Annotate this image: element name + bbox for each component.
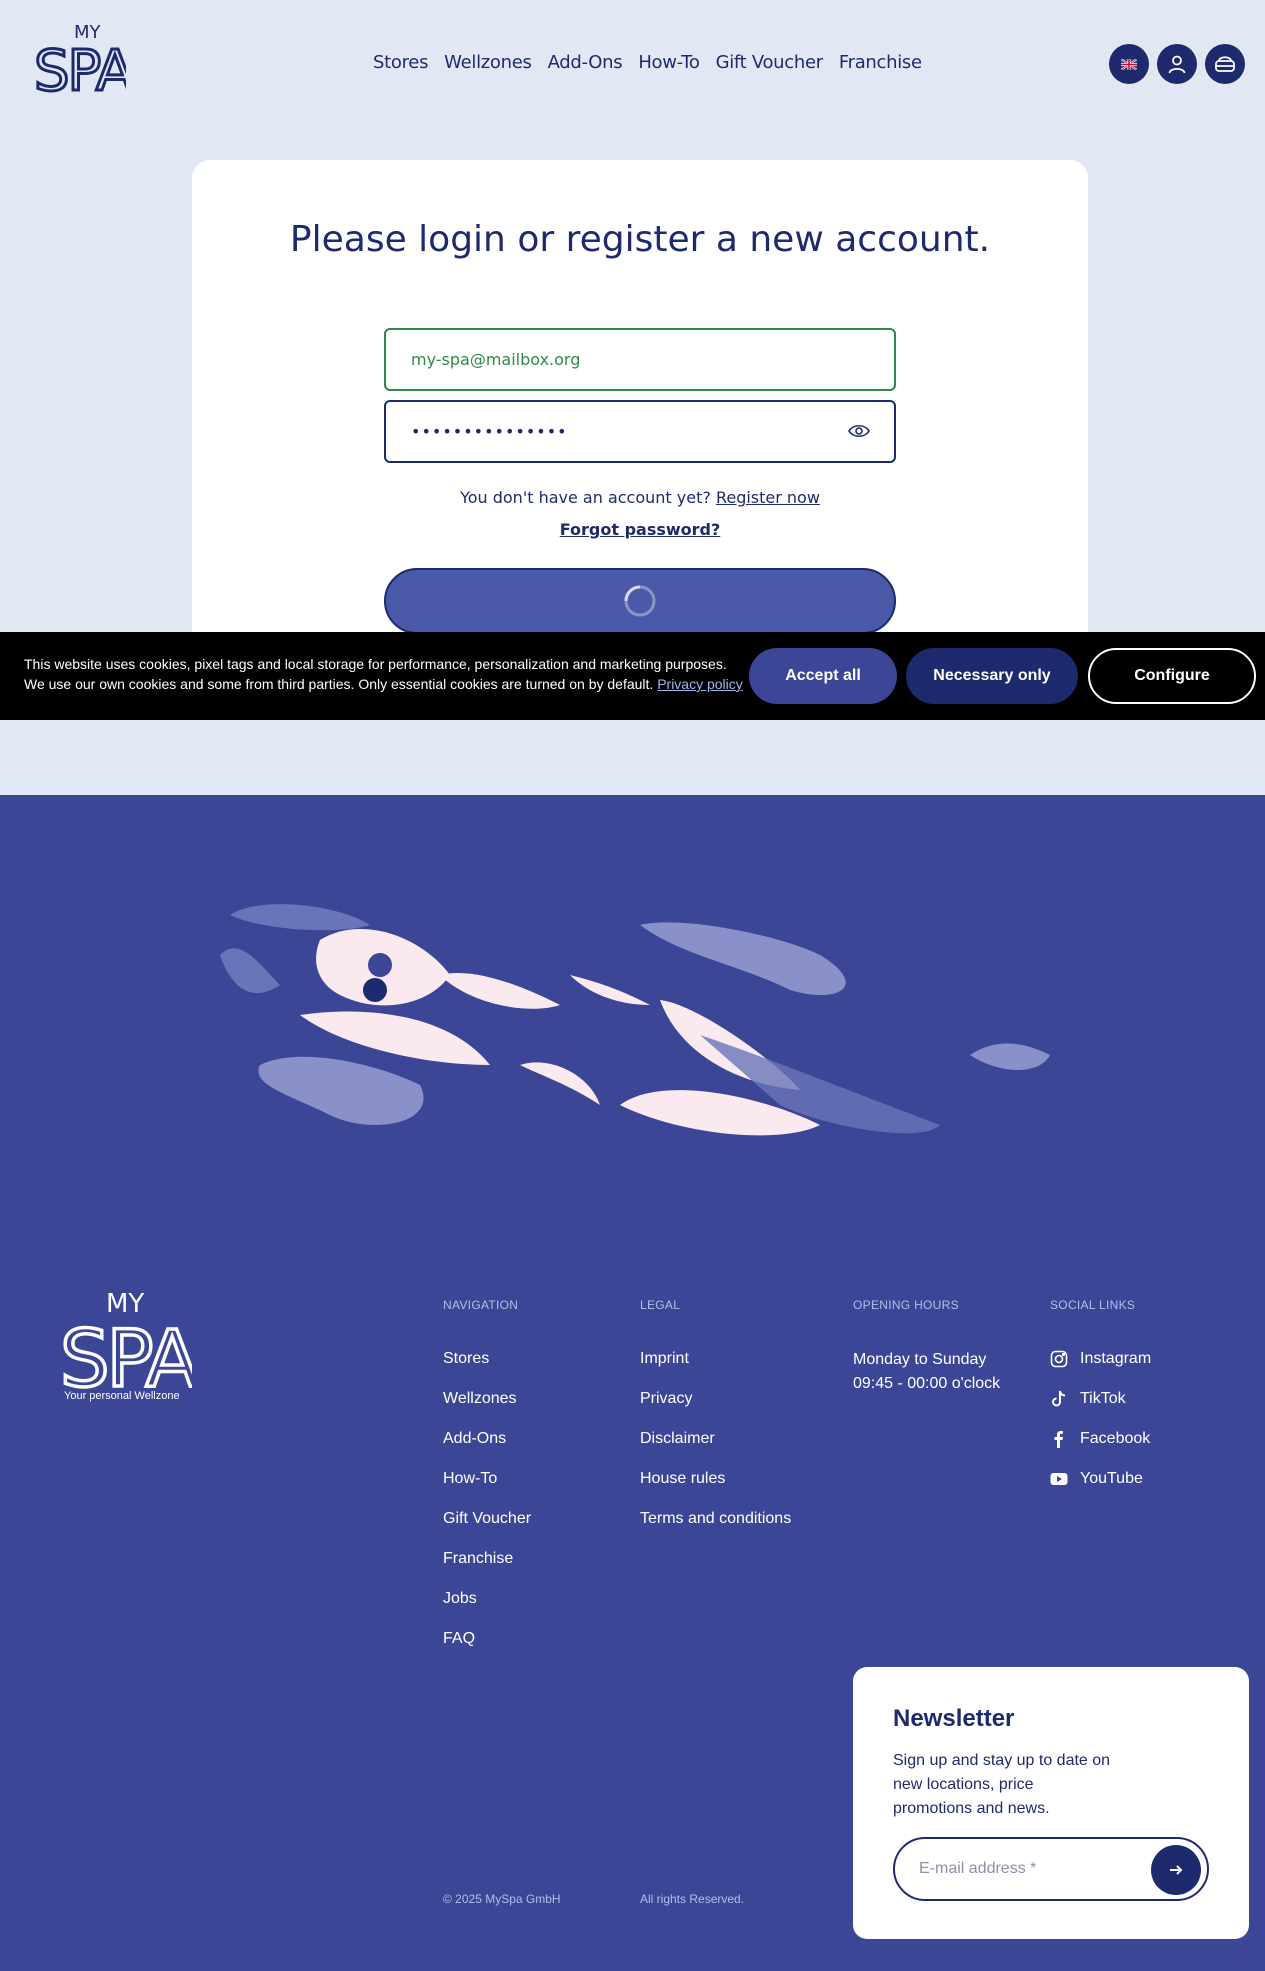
cart-button[interactable] <box>1205 44 1245 84</box>
cookie-banner: This website uses cookies, pixel tags an… <box>0 632 1265 720</box>
necessary-only-button[interactable]: Necessary only <box>906 648 1078 704</box>
tiktok-icon <box>1052 1390 1066 1407</box>
newsletter-submit-button[interactable] <box>1151 1845 1201 1895</box>
footer-heading-legal: LEGAL <box>640 1298 681 1312</box>
myspa-logo[interactable]: MY SPA <box>34 20 126 95</box>
social-label: TikTok <box>1080 1390 1126 1407</box>
configure-button[interactable]: Configure <box>1088 648 1256 704</box>
newsletter-box: Newsletter Sign up and stay up to date o… <box>853 1667 1249 1939</box>
youtube-icon <box>1050 1473 1068 1485</box>
opening-hours: Monday to Sunday 09:45 - 00:00 o'clock <box>853 1348 1000 1396</box>
register-link[interactable]: Register now <box>716 488 820 507</box>
account-button[interactable] <box>1157 44 1197 84</box>
social-facebook[interactable]: Facebook <box>1050 1430 1150 1448</box>
rights-reserved: All rights Reserved. <box>640 1892 745 1906</box>
no-account-text: You don't have an account yet? <box>460 488 711 507</box>
footer-link-faq[interactable]: FAQ <box>443 1630 475 1648</box>
cookie-message: This website uses cookies, pixel tags an… <box>24 656 727 692</box>
footer-link-privacy[interactable]: Privacy <box>640 1390 692 1408</box>
site-footer: MY SPA Your personal Wellzone NAVIGATION… <box>0 795 1265 1971</box>
nav-how-to[interactable]: How-To <box>638 52 700 73</box>
social-label: YouTube <box>1080 1470 1143 1487</box>
email-value: my-spa@mailbox.org <box>411 350 581 369</box>
password-value: ••••••••••••••• <box>411 422 568 441</box>
eye-icon[interactable] <box>848 422 870 440</box>
instagram-icon <box>1050 1350 1068 1368</box>
logo-tagline: Your personal Wellzone <box>64 1390 180 1402</box>
register-prompt: You don't have an account yet? Register … <box>192 488 1088 507</box>
swimmer-illustration <box>220 904 1050 1136</box>
newsletter-text: Sign up and stay up to date on new locat… <box>893 1752 1111 1817</box>
facebook-icon <box>1054 1431 1063 1448</box>
footer-link-how-to[interactable]: How-To <box>443 1470 497 1488</box>
nav-franchise[interactable]: Franchise <box>839 52 922 73</box>
footer-heading-navigation: NAVIGATION <box>443 1298 519 1312</box>
social-instagram[interactable]: Instagram <box>1050 1350 1151 1368</box>
footer-heading-hours: OPENING HOURS <box>853 1298 959 1312</box>
accept-all-button[interactable]: Accept all <box>749 648 897 704</box>
social-label: Instagram <box>1080 1350 1152 1367</box>
footer-link-stores[interactable]: Stores <box>443 1350 489 1368</box>
arrow-right-icon <box>1170 1865 1183 1875</box>
social-tiktok[interactable]: TikTok <box>1050 1390 1126 1408</box>
uk-flag-icon <box>1121 58 1137 70</box>
cart-icon <box>1215 56 1235 72</box>
page-title: Please login or register a new account. <box>289 219 991 260</box>
nav-wellzones[interactable]: Wellzones <box>444 52 532 73</box>
footer-link-jobs[interactable]: Jobs <box>443 1590 477 1608</box>
user-icon <box>1168 55 1186 74</box>
footer-link-imprint[interactable]: Imprint <box>640 1350 689 1368</box>
login-submit-button[interactable] <box>384 568 896 634</box>
privacy-policy-link[interactable]: Privacy policy <box>657 676 743 692</box>
newsletter-title: Newsletter <box>893 1705 1015 1732</box>
footer-logo[interactable]: MY SPA <box>62 1288 192 1403</box>
social-youtube[interactable]: YouTube <box>1050 1470 1143 1488</box>
password-field[interactable]: ••••••••••••••• <box>384 400 896 463</box>
email-field[interactable]: my-spa@mailbox.org <box>384 328 896 391</box>
footer-link-disclaimer[interactable]: Disclaimer <box>640 1430 715 1448</box>
cookie-text: This website uses cookies, pixel tags an… <box>24 654 744 694</box>
footer-link-terms[interactable]: Terms and conditions <box>640 1510 791 1528</box>
newsletter-email-input[interactable]: E-mail address * <box>893 1837 1209 1901</box>
forgot-password-link[interactable]: Forgot password? <box>192 520 1088 539</box>
site-header: MY SPA Stores Wellzones Add-Ons How-To G… <box>0 0 1265 130</box>
main-nav: Stores Wellzones Add-Ons How-To Gift Vou… <box>373 52 938 73</box>
footer-link-franchise[interactable]: Franchise <box>443 1550 513 1568</box>
social-label: Facebook <box>1080 1430 1151 1447</box>
footer-link-add-ons[interactable]: Add-Ons <box>443 1430 506 1448</box>
svg-text:SPA: SPA <box>34 39 126 95</box>
loading-spinner-icon <box>624 585 656 617</box>
footer-heading-social: SOCIAL LINKS <box>1050 1298 1136 1312</box>
footer-link-gift-voucher[interactable]: Gift Voucher <box>443 1510 531 1528</box>
header-actions <box>1109 44 1245 84</box>
newsletter-placeholder: E-mail address * <box>919 1860 1037 1877</box>
footer-link-house-rules[interactable]: House rules <box>640 1470 725 1488</box>
nav-add-ons[interactable]: Add-Ons <box>548 52 623 73</box>
footer-link-wellzones[interactable]: Wellzones <box>443 1390 517 1408</box>
hours-days: Monday to Sunday <box>853 1351 987 1368</box>
hours-times: 09:45 - 00:00 o'clock <box>853 1375 1001 1392</box>
language-button[interactable] <box>1109 44 1149 84</box>
nav-gift-voucher[interactable]: Gift Voucher <box>716 52 824 73</box>
copyright: © 2025 MySpa GmbH <box>443 1892 561 1906</box>
nav-stores[interactable]: Stores <box>373 52 428 73</box>
login-card: Please login or register a new account. … <box>192 160 1088 660</box>
